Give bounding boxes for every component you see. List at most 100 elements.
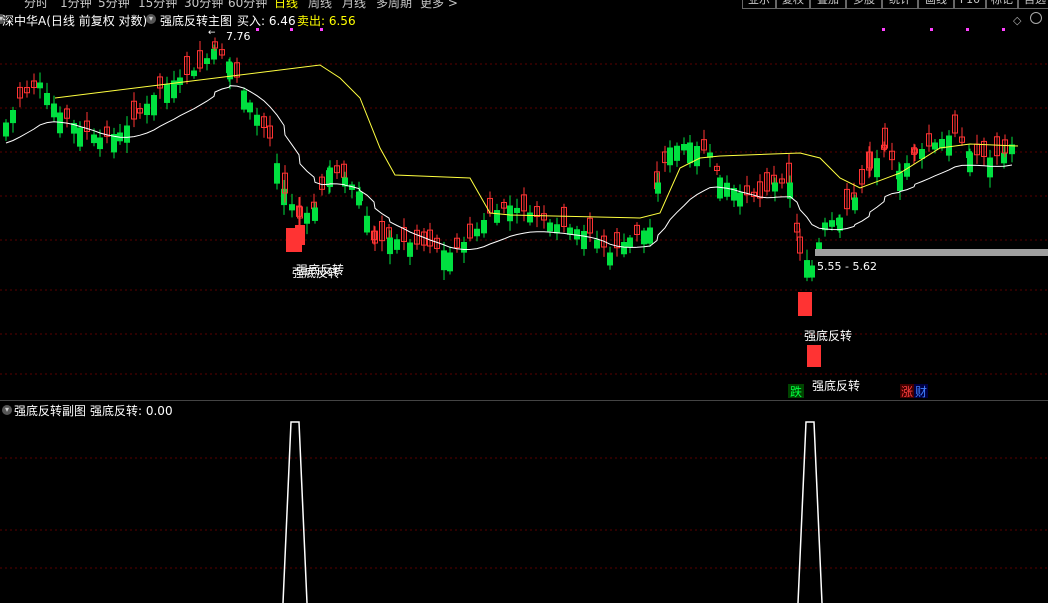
indicator-dropdown-icon[interactable]: ▾ <box>146 14 156 24</box>
candle-body <box>594 239 600 249</box>
timeframe-tab-10[interactable]: 更多 > <box>420 0 458 10</box>
candle-body <box>852 197 858 211</box>
candle-body <box>641 230 647 245</box>
candle-body <box>51 103 57 118</box>
candle-body <box>447 252 453 272</box>
candle-body <box>829 220 835 227</box>
timeframe-tab-6[interactable]: 日线 <box>274 0 298 10</box>
signal-spike <box>797 421 823 603</box>
timeframe-tab-9[interactable]: 多周期 <box>376 0 412 10</box>
candle-body <box>772 182 778 192</box>
candle-body <box>527 212 533 223</box>
top-dot <box>882 28 885 31</box>
candle-body <box>687 142 693 164</box>
candle-body <box>394 239 400 250</box>
panel-divider <box>0 400 1048 401</box>
candle-body <box>804 260 810 278</box>
main-indicator-name[interactable]: 强底反转主图 <box>160 12 232 29</box>
candle-body <box>809 265 815 278</box>
candle-body <box>3 122 9 137</box>
candle-body <box>932 142 938 150</box>
toolbar-button-4[interactable]: 统计 <box>882 0 918 9</box>
top-dot <box>290 28 293 31</box>
candle-body <box>987 157 993 178</box>
buy-label: 买入: 6.46 <box>237 14 296 28</box>
top-dot <box>930 28 933 31</box>
period-toolbar: 分时 1分钟 5分钟 15分钟 30分钟 60分钟日线周线月线多周期更多 > 业示复权叠加多… <box>0 0 1048 10</box>
main-chart[interactable]: 7.76←5.55 - 5.62强底反转强底反转强底反转强底反转跌涨财 <box>0 28 1048 398</box>
toolbar-button-1[interactable]: 复权 <box>776 0 810 9</box>
candle-body <box>124 125 130 143</box>
timeframe-tab-8[interactable]: 月线 <box>342 0 366 10</box>
candle-body <box>177 77 183 85</box>
toolbar-button-3[interactable]: 多股 <box>846 0 882 9</box>
candle-body <box>554 224 560 234</box>
candle-body <box>567 227 573 235</box>
candle-body <box>10 110 16 124</box>
top-dot <box>256 28 259 31</box>
candle-body <box>621 242 627 255</box>
candle-body <box>91 134 97 144</box>
range-zone-bar <box>815 249 1048 256</box>
toolbar-button-2[interactable]: 叠加 <box>810 0 846 9</box>
stock-title: 深中华A(日线 前复权 对数) <box>2 14 148 28</box>
candle-body <box>1001 152 1007 164</box>
signal-label: 强底反转 <box>812 378 860 393</box>
candle-body <box>514 207 520 213</box>
timeframe-tab-4[interactable]: 30分钟 <box>184 0 223 10</box>
diamond-icon[interactable]: ◇ <box>1013 14 1021 27</box>
sell-label: 卖出: 6.56 <box>297 14 356 28</box>
candle-body <box>474 228 480 237</box>
toolbar-button-8[interactable]: 自选 <box>1018 0 1048 9</box>
ma-line-yellow <box>54 64 1019 219</box>
toolbar-button-0[interactable]: 业示 <box>742 0 776 9</box>
timeframe-tab-3[interactable]: 15分钟 <box>138 0 177 10</box>
candle-body <box>357 192 363 202</box>
timeframe-tab-1[interactable]: 1分钟 <box>60 0 92 10</box>
top-dot <box>1002 28 1005 31</box>
candle-body <box>441 250 447 271</box>
marker-label: 涨 <box>901 384 913 398</box>
top-dot <box>966 28 969 31</box>
candle-body <box>151 95 157 116</box>
top-dot <box>320 28 323 31</box>
candle-body <box>919 149 925 159</box>
candle-body <box>667 147 673 166</box>
toolbar-button-5[interactable]: 画线 <box>918 0 954 9</box>
candle-body <box>111 134 117 153</box>
sub-indicator-name[interactable]: 强底反转副图 <box>14 402 86 419</box>
candle-body <box>37 82 43 89</box>
sub-chart <box>0 421 1048 603</box>
high-arrow-icon: ← <box>208 28 216 38</box>
candle-body <box>164 84 170 103</box>
candle-body <box>787 182 793 199</box>
sub-dropdown-icon[interactable]: ▾ <box>2 405 12 415</box>
candle-body <box>581 231 587 250</box>
timeframe-tab-0[interactable]: 分时 <box>24 0 48 10</box>
sub-value-label: 强底反转: 0.00 <box>90 404 173 418</box>
timeframe-tab-7[interactable]: 周线 <box>308 0 332 10</box>
signal-label: 强底反转 <box>296 262 344 277</box>
candle-body <box>874 158 880 178</box>
circle-icon[interactable] <box>1030 12 1042 24</box>
candle-body <box>461 242 467 253</box>
candle-body <box>274 163 280 184</box>
candle-body <box>946 135 952 156</box>
toolbar-button-6[interactable]: F10 <box>954 0 986 9</box>
candle-body <box>77 127 83 147</box>
candle-body <box>547 222 553 232</box>
candle-body <box>289 204 295 211</box>
high-price-label: 7.76 <box>226 30 251 43</box>
candle-body <box>939 139 945 149</box>
signal-label: 强底反转 <box>804 328 852 343</box>
marker-label: 财 <box>915 385 927 398</box>
candle-body <box>655 182 661 194</box>
toolbar-button-7[interactable]: 标记 <box>986 0 1018 9</box>
candle-body <box>304 212 310 224</box>
marker-label: 跌 <box>790 384 802 398</box>
timeframe-tab-5[interactable]: 60分钟 <box>228 0 267 10</box>
candle-body <box>507 205 513 222</box>
signal-box <box>807 345 821 367</box>
signal-box <box>798 292 812 316</box>
timeframe-tab-2[interactable]: 5分钟 <box>98 0 130 10</box>
